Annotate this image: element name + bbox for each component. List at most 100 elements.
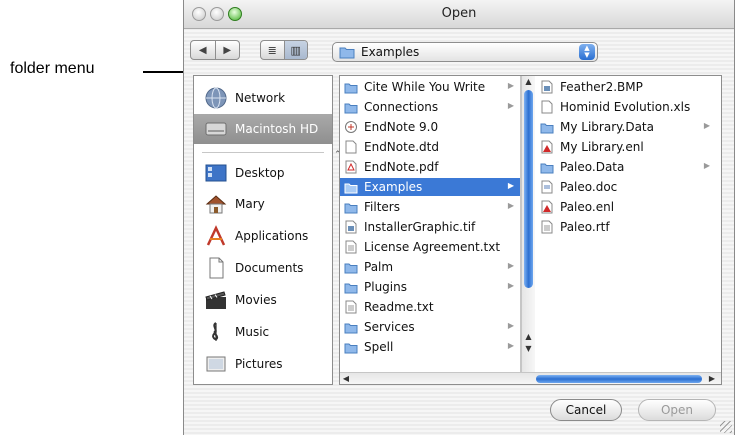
- list-item[interactable]: Readme.txt: [340, 298, 520, 316]
- endnote-app-icon: [344, 120, 358, 134]
- list-item[interactable]: Paleo.Data ▶: [536, 158, 716, 176]
- scroll-up-arrow-icon[interactable]: ▲: [523, 77, 534, 87]
- resize-grip-icon[interactable]: [720, 421, 732, 433]
- window-title: Open: [441, 6, 477, 21]
- list-item[interactable]: Paleo.rtf: [536, 218, 716, 236]
- list-item[interactable]: Paleo.enl: [536, 198, 716, 216]
- list-item[interactable]: My Library.enl: [536, 138, 716, 156]
- list-item-name: Paleo.Data: [560, 160, 625, 174]
- image-file-icon: [344, 220, 358, 234]
- list-item[interactable]: InstallerGraphic.tif: [340, 218, 520, 236]
- sidebar-item-movies[interactable]: Movies: [194, 285, 332, 315]
- forward-button[interactable]: ▶: [214, 41, 240, 59]
- list-view-button[interactable]: ≣: [261, 41, 284, 59]
- view-mode-buttons: ≣ ▥: [260, 40, 308, 60]
- list-item[interactable]: Connections ▶: [340, 98, 520, 116]
- sidebar-item-mary[interactable]: Mary: [194, 189, 332, 219]
- column-2: Feather2.BMP Hominid Evolution.xls My Li…: [536, 76, 716, 372]
- list-item[interactable]: Spell ▶: [340, 338, 520, 356]
- list-item-name: My Library.enl: [560, 140, 644, 154]
- pdf-icon: [344, 160, 358, 174]
- back-button[interactable]: ◀: [191, 41, 215, 59]
- sidebar-item-network[interactable]: Network: [194, 83, 332, 113]
- folder-popup-menu[interactable]: Examples ▲ ▼: [332, 42, 598, 62]
- network-icon: [204, 86, 228, 110]
- sidebar-item-label: Desktop: [235, 166, 285, 180]
- scroll-right-arrow-icon[interactable]: ▶: [706, 373, 718, 384]
- file-browser-columns: Cite While You Write ▶ Connections ▶ End…: [339, 75, 722, 385]
- document-icon: [344, 140, 358, 154]
- vertical-scrollbar[interactable]: ▲ ▲ ▼: [521, 76, 535, 372]
- list-item[interactable]: EndNote.dtd: [340, 138, 520, 156]
- endnote-library-icon: [540, 140, 554, 154]
- sidebar-item-label: Music: [235, 325, 270, 339]
- list-item-name: Services: [364, 320, 415, 334]
- horizontal-scrollbar[interactable]: ◀ ▶: [340, 372, 721, 384]
- document-icon: [540, 180, 554, 194]
- list-item[interactable]: Palm ▶: [340, 258, 520, 276]
- list-item-name: Connections: [364, 100, 439, 114]
- folder-icon: [339, 47, 355, 59]
- list-item-selected[interactable]: Examples ▶: [340, 178, 520, 196]
- sidebar-item-label: Documents: [235, 261, 304, 275]
- list-item-name: EndNote.pdf: [364, 160, 439, 174]
- music-icon: [204, 320, 228, 344]
- disclosure-arrow-icon: ▶: [507, 181, 514, 190]
- documents-icon: [204, 256, 228, 280]
- list-item-name: License Agreement.txt: [364, 240, 501, 254]
- sidebar-item-music[interactable]: Music: [194, 317, 332, 347]
- movies-icon: [204, 288, 228, 312]
- sidebar: Network Macintosh HD Desktop Mary Applic…: [193, 75, 333, 385]
- applications-icon: [204, 224, 228, 248]
- text-file-icon: [344, 240, 358, 254]
- sidebar-item-label: Network: [235, 91, 286, 105]
- list-item-name: Paleo.enl: [560, 200, 615, 214]
- list-item[interactable]: Hominid Evolution.xls: [536, 98, 716, 116]
- callout-label: folder menu: [10, 60, 95, 77]
- list-item[interactable]: My Library.Data ▶: [536, 118, 716, 136]
- list-item[interactable]: Paleo.doc: [536, 178, 716, 196]
- list-item[interactable]: EndNote.pdf: [340, 158, 520, 176]
- cancel-button[interactable]: Cancel: [550, 399, 622, 421]
- horizontal-scroll-thumb[interactable]: [536, 375, 702, 383]
- list-item-name: Plugins: [364, 280, 407, 294]
- open-button[interactable]: Open: [638, 399, 716, 421]
- folder-icon: [344, 80, 358, 94]
- disclosure-arrow-icon: ▶: [703, 121, 710, 130]
- folder-icon: [344, 260, 358, 274]
- list-item[interactable]: EndNote 9.0: [340, 118, 520, 136]
- sidebar-item-applications[interactable]: Applications: [194, 221, 332, 251]
- list-item-name: Paleo.rtf: [560, 220, 610, 234]
- sidebar-item-label: Movies: [235, 293, 277, 307]
- sidebar-item-label: Pictures: [235, 357, 283, 371]
- list-item-name: Feather2.BMP: [560, 80, 643, 94]
- home-icon: [204, 192, 228, 216]
- list-item-name: Spell: [364, 340, 394, 354]
- list-item[interactable]: Filters ▶: [340, 198, 520, 216]
- list-item-name: InstallerGraphic.tif: [364, 220, 476, 234]
- disclosure-arrow-icon: ▶: [507, 101, 514, 110]
- column-view-button[interactable]: ▥: [283, 41, 307, 59]
- list-item-name: Palm: [364, 260, 394, 274]
- list-item[interactable]: Services ▶: [340, 318, 520, 336]
- sidebar-item-desktop[interactable]: Desktop: [194, 158, 332, 188]
- list-item[interactable]: License Agreement.txt: [340, 238, 520, 256]
- folder-icon: [344, 180, 358, 194]
- list-item-name: Readme.txt: [364, 300, 434, 314]
- scroll-left-arrow-icon[interactable]: ◀: [340, 373, 352, 384]
- disclosure-arrow-icon: ▶: [507, 341, 514, 350]
- sidebar-item-pictures[interactable]: Pictures: [194, 349, 332, 379]
- scroll-down-arrow-icon[interactable]: ▼: [523, 344, 534, 354]
- scroll-up-arrow-icon[interactable]: ▲: [523, 332, 534, 342]
- sidebar-item-documents[interactable]: Documents: [194, 253, 332, 283]
- list-item[interactable]: Plugins ▶: [340, 278, 520, 296]
- pictures-icon: [204, 352, 228, 376]
- sidebar-item-macintosh-hd[interactable]: Macintosh HD: [194, 114, 332, 144]
- folder-icon: [344, 200, 358, 214]
- vertical-scroll-thumb[interactable]: [524, 90, 533, 288]
- list-item-name: EndNote.dtd: [364, 140, 439, 154]
- list-item[interactable]: Cite While You Write ▶: [340, 78, 520, 96]
- list-item-name: Filters: [364, 200, 400, 214]
- sidebar-item-label: Applications: [235, 229, 309, 243]
- list-item[interactable]: Feather2.BMP: [536, 78, 716, 96]
